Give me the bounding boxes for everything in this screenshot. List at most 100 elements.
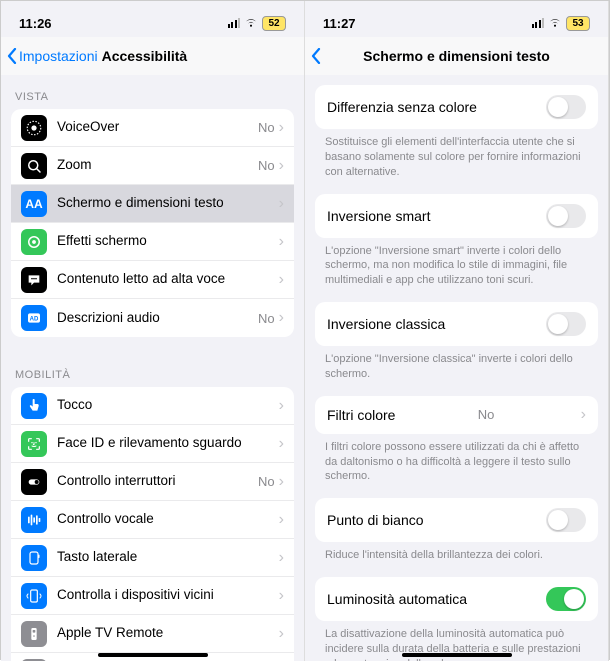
chevron-right-icon: ›	[279, 473, 284, 491]
settings-row[interactable]: Luminosità automatica	[315, 577, 598, 621]
settings-row[interactable]: Filtri coloreNo›	[315, 396, 598, 434]
back-label: Impostazioni	[19, 48, 98, 64]
status-time: 11:26	[19, 16, 52, 31]
row-value: No	[258, 311, 275, 326]
row-label: Filtri colore	[327, 407, 395, 423]
status-bar: 11:26 52	[1, 1, 304, 37]
faceid-icon	[21, 431, 47, 457]
settings-group: Tocco›Face ID e rilevamento sguardo›Cont…	[11, 387, 294, 661]
setting-section: Inversione smartL'opzione "Inversione sm…	[305, 194, 608, 301]
row-label: Apple TV Remote	[57, 625, 279, 641]
settings-row[interactable]: Inversione smart	[315, 194, 598, 238]
settings-row[interactable]: AA Schermo e dimensioni testo›	[11, 185, 294, 223]
switch-icon	[21, 469, 47, 495]
row-label: Luminosità automatica	[327, 591, 467, 607]
ad-icon: AD	[21, 305, 47, 331]
settings-row[interactable]: Effetti schermo›	[11, 223, 294, 261]
settings-row[interactable]: Controlla i dispositivi vicini›	[11, 577, 294, 615]
wifi-icon	[548, 18, 562, 28]
settings-row[interactable]: Tasto laterale›	[11, 539, 294, 577]
settings-row[interactable]: Controllo interruttoriNo›	[11, 463, 294, 501]
navigation-bar: Impostazioni Accessibilità	[1, 37, 304, 75]
setting-section: Inversione classica L'opzione "Inversione…	[305, 302, 608, 394]
chevron-right-icon: ›	[279, 195, 284, 213]
toggle-switch[interactable]	[546, 95, 586, 119]
setting-section: Filtri coloreNo›I filtri colore possono …	[305, 396, 608, 497]
row-footer-note: Riduce l'intensità della brillantezza de…	[305, 542, 608, 575]
row-label: Schermo e dimensioni testo	[57, 195, 279, 211]
chevron-right-icon: ›	[279, 309, 284, 327]
settings-row[interactable]: ZoomNo ›	[11, 147, 294, 185]
chevron-right-icon: ›	[279, 157, 284, 175]
motion-icon	[21, 229, 47, 255]
row-footer-note: L'opzione "Inversione classica" inverte …	[305, 346, 608, 394]
back-button[interactable]	[311, 48, 321, 64]
section-header: VISTA	[1, 75, 304, 109]
chevron-right-icon: ›	[279, 587, 284, 605]
row-label: Punto di bianco	[327, 512, 424, 528]
chevron-right-icon: ›	[279, 549, 284, 567]
wifi-icon	[244, 18, 258, 28]
row-value: No	[258, 120, 275, 135]
nearby-icon	[21, 583, 47, 609]
setting-section: Luminosità automaticaLa disattivazione d…	[305, 577, 608, 661]
chevron-right-icon: ›	[279, 625, 284, 643]
settings-list[interactable]: VISTAVoiceOverNo›ZoomNo›AASchermo e dime…	[1, 75, 304, 661]
settings-group: VoiceOverNo›ZoomNo›AASchermo e dimension…	[11, 109, 294, 337]
toggle-switch[interactable]	[546, 508, 586, 532]
chevron-right-icon: ›	[279, 233, 284, 251]
settings-row[interactable]: Punto di bianco	[315, 498, 598, 542]
row-footer-note: Sostituisce gli elementi dell'interfacci…	[305, 129, 608, 192]
row-label: Descrizioni audio	[57, 310, 258, 326]
section-header: MOBILITÀ	[1, 353, 304, 387]
remote-icon	[21, 621, 47, 647]
row-label: VoiceOver	[57, 119, 258, 135]
toggle-switch[interactable]	[546, 312, 586, 336]
settings-row[interactable]: Tocco›	[11, 387, 294, 425]
row-label: Effetti schermo	[57, 233, 279, 249]
battery-indicator: 52	[262, 16, 286, 31]
row-label: Zoom	[57, 157, 258, 173]
settings-list[interactable]: Differenzia senza coloreSostituisce gli …	[305, 75, 608, 661]
row-value: No	[478, 407, 495, 422]
row-footer-note: I filtri colore possono essere utilizzat…	[305, 434, 608, 497]
home-indicator[interactable]	[98, 653, 208, 657]
back-button[interactable]: Impostazioni	[7, 48, 98, 64]
chevron-right-icon: ›	[279, 271, 284, 289]
status-bar: 11:27 53	[305, 1, 608, 37]
row-label: Controllo vocale	[57, 511, 279, 527]
row-label: Face ID e rilevamento sguardo	[57, 435, 279, 451]
chevron-left-icon	[311, 48, 321, 64]
voicectl-icon	[21, 507, 47, 533]
chevron-right-icon: ›	[279, 119, 284, 137]
svg-text:AD: AD	[30, 317, 39, 323]
nav-title: Accessibilità	[102, 48, 188, 64]
battery-indicator: 53	[566, 16, 590, 31]
settings-row[interactable]: Inversione classica	[315, 302, 598, 346]
zoom-icon	[21, 153, 47, 179]
sidebtn-icon	[21, 545, 47, 571]
row-label: Tasto laterale	[57, 549, 279, 565]
cellular-icon	[532, 18, 545, 28]
nav-title: Schermo e dimensioni testo	[305, 48, 608, 64]
row-label: Controlla i dispositivi vicini	[57, 587, 279, 603]
home-indicator[interactable]	[402, 653, 512, 657]
navigation-bar: Schermo e dimensioni testo	[305, 37, 608, 75]
screen-accessibility: 11:26 52 Impostazioni Accessibilità VIST…	[1, 1, 305, 661]
toggle-switch[interactable]	[546, 204, 586, 228]
aa-icon: AA	[21, 191, 47, 217]
setting-section: Differenzia senza coloreSostituisce gli …	[305, 85, 608, 192]
settings-row[interactable]: Contenuto letto ad alta voce›	[11, 261, 294, 299]
cellular-icon	[228, 18, 241, 28]
row-value: No	[258, 158, 275, 173]
settings-row[interactable]: Apple TV Remote›	[11, 615, 294, 653]
settings-row[interactable]: Controllo vocale›	[11, 501, 294, 539]
settings-row[interactable]: VoiceOverNo ›	[11, 109, 294, 147]
row-label: Inversione classica	[327, 316, 445, 332]
toggle-switch[interactable]	[546, 587, 586, 611]
settings-row[interactable]: Differenzia senza colore	[315, 85, 598, 129]
voiceover-icon	[21, 115, 47, 141]
settings-row[interactable]: AD Descrizioni audioNo ›	[11, 299, 294, 337]
speech-icon	[21, 267, 47, 293]
settings-row[interactable]: Face ID e rilevamento sguardo›	[11, 425, 294, 463]
